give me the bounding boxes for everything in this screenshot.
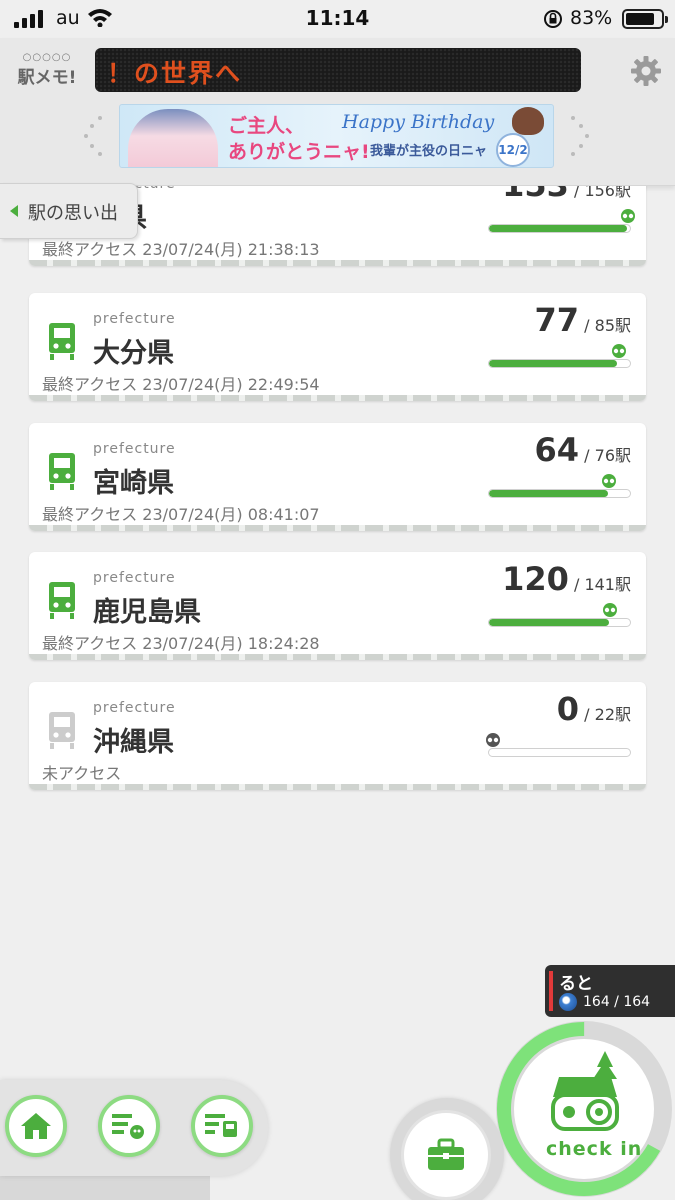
banner-title: Happy Birthday: [342, 111, 495, 133]
prefecture-card[interactable]: prefecture 大分県 最終アクセス 23/07/24(月) 22:49:…: [29, 293, 646, 401]
visited-count: 120: [502, 560, 569, 598]
prefecture-label: prefecture: [93, 570, 176, 586]
prefecture-label: prefecture: [93, 441, 176, 457]
prefecture-name: 宮崎県: [93, 468, 174, 499]
banner-line2: ありがとうニャ!: [228, 141, 370, 163]
memories-tab-label: 駅の思い出: [28, 203, 118, 224]
prefecture-card[interactable]: prefecture 沖縄県 未アクセス 0 / 22駅: [29, 682, 646, 790]
app-logo: ○○○○○ 駅メモ!: [17, 52, 77, 88]
train-list-icon: [205, 1114, 237, 1137]
mascot-icon: [602, 474, 616, 488]
banner-line1: ご主人、: [228, 115, 305, 137]
train-icon: [49, 323, 75, 360]
bear-character-icon: [512, 107, 544, 135]
visited-count: 77: [534, 301, 580, 339]
last-access: 最終アクセス 23/07/24(月) 21:38:13: [42, 240, 320, 259]
station-count: 120 / 141駅: [502, 560, 631, 598]
station-count: 64 / 76駅: [535, 431, 631, 469]
memories-tab[interactable]: 駅の思い出: [0, 183, 138, 239]
progress-bar: [488, 618, 631, 627]
train-icon: [49, 712, 75, 749]
prefecture-label: prefecture: [93, 700, 176, 716]
home-icon: [21, 1113, 51, 1139]
hp-orb-icon: [559, 993, 577, 1011]
total-count: / 141駅: [573, 575, 631, 594]
station-count: 77 / 85駅: [535, 301, 631, 339]
prefecture-name: 鹿児島県: [93, 597, 201, 628]
train-list-button[interactable]: [191, 1095, 253, 1157]
decoration-dots-left: [84, 116, 108, 156]
prefecture-list[interactable]: prefecture 本県 最終アクセス 23/07/24(月) 21:38:1…: [0, 186, 675, 1086]
battery-percent: 83%: [570, 7, 613, 29]
station-list-icon: [112, 1114, 144, 1139]
banner-date: 12/2: [496, 133, 530, 167]
character-illustration: [128, 109, 218, 167]
last-access: 最終アクセス 23/07/24(月) 22:49:54: [42, 375, 320, 394]
bag-button[interactable]: [401, 1110, 491, 1200]
app-header: ○○○○○ 駅メモ! ！の世界へ ご主人、 ありがとうニャ! Happy Bir…: [0, 38, 675, 186]
visited-count: 0: [556, 690, 580, 728]
prefecture-name: 大分県: [93, 338, 174, 369]
progress-bar: [488, 224, 631, 233]
total-count: / 22駅: [584, 705, 631, 724]
visited-count: 153: [502, 186, 569, 204]
visited-count: 64: [534, 431, 580, 469]
gear-icon[interactable]: [630, 55, 662, 87]
battery-icon: [622, 9, 668, 29]
mascot-icon: [621, 209, 635, 223]
total-count: / 85駅: [584, 316, 631, 335]
user-hp: 164 / 164: [583, 994, 651, 1010]
mascot-icon: [612, 344, 626, 358]
train-icon: [49, 453, 75, 490]
user-badge[interactable]: ると 164 / 164: [545, 965, 675, 1017]
rotation-lock-icon: [544, 10, 562, 28]
prefecture-name: 沖縄県: [93, 727, 174, 758]
last-access: 未アクセス: [42, 764, 122, 783]
checkin-label: check in: [546, 1138, 643, 1160]
briefcase-icon: [428, 1138, 464, 1170]
checkin-button[interactable]: [493, 1017, 675, 1200]
banner-subtitle: 我輩が主役の日ニャ: [370, 144, 488, 159]
mascot-icon: [603, 603, 617, 617]
prefecture-label: prefecture: [93, 311, 176, 327]
prefecture-card[interactable]: prefecture 鹿児島県 最終アクセス 23/07/24(月) 18:24…: [29, 552, 646, 660]
train-icon: [49, 582, 75, 619]
home-button[interactable]: [5, 1095, 67, 1157]
user-name: ると: [559, 974, 593, 994]
status-bar: au 11:14 83%: [0, 0, 675, 38]
progress-bar: [488, 359, 631, 368]
station-count: 0 / 22駅: [557, 690, 631, 728]
total-count: / 156駅: [573, 186, 631, 200]
total-count: / 76駅: [584, 446, 631, 465]
station-list-button[interactable]: [98, 1095, 160, 1157]
progress-bar: [488, 489, 631, 498]
last-access: 最終アクセス 23/07/24(月) 18:24:28: [42, 634, 320, 653]
mascot-icon: [486, 733, 500, 747]
progress-bar: [488, 748, 631, 757]
prefecture-card[interactable]: prefecture 宮崎県 最終アクセス 23/07/24(月) 08:41:…: [29, 423, 646, 531]
last-access: 最終アクセス 23/07/24(月) 08:41:07: [42, 505, 320, 524]
ticker-text: ！の世界へ: [107, 59, 243, 88]
arrow-left-icon: [10, 205, 18, 217]
event-banner[interactable]: ご主人、 ありがとうニャ! Happy Birthday 我輩が主役の日ニャ 1…: [119, 104, 554, 168]
led-ticker: ！の世界へ: [95, 48, 581, 92]
decoration-dots-right: [567, 116, 591, 156]
station-count: 153 / 156駅: [502, 186, 631, 204]
